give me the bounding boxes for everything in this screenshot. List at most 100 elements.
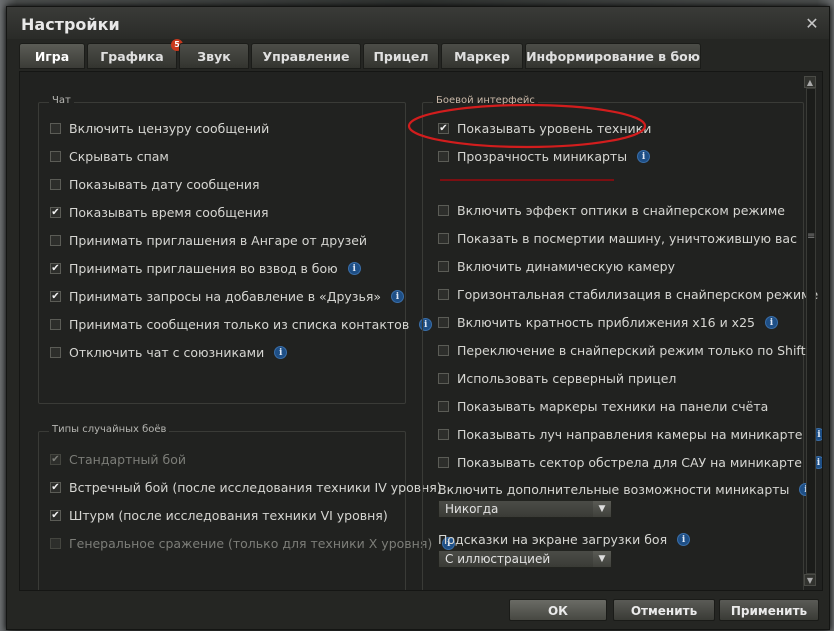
option-label: Использовать серверный прицел: [457, 370, 677, 386]
option-label: Принимать приглашения в Ангаре от друзей: [69, 232, 368, 248]
checkbox-option[interactable]: Включить кратность приближения x16 и x25…: [438, 314, 778, 330]
tab-battle-notifications[interactable]: Информирование в бою: [525, 43, 701, 69]
checkbox-option[interactable]: Принимать приглашения в Ангаре от друзей: [50, 232, 367, 248]
option-label: Включить цензуру сообщений: [69, 120, 270, 136]
checkbox-option[interactable]: Включить эффект оптики в снайперском реж…: [438, 202, 785, 218]
checkbox-option[interactable]: Показывать луч направления камеры на мин…: [438, 426, 822, 442]
info-icon[interactable]: i: [390, 289, 404, 303]
option-label: Показывать сектор обстрела для САУ на ми…: [457, 454, 802, 470]
checkbox-option[interactable]: Показывать дату сообщения: [50, 176, 260, 192]
apply-button[interactable]: Применить: [719, 599, 819, 621]
checkbox-checked: ✔: [50, 453, 61, 465]
title-bar: Настройки ✕: [7, 7, 829, 39]
checkbox[interactable]: [438, 288, 449, 300]
checkbox-option[interactable]: ✔ Принимать запросы на добавление в «Друз…: [50, 288, 404, 304]
info-icon[interactable]: i: [677, 533, 691, 546]
option-label: Показать в посмертии машину, уничтожившу…: [457, 230, 797, 246]
checkbox[interactable]: [438, 260, 449, 272]
checkbox-option[interactable]: Показывать маркеры техники на панели счё…: [438, 398, 768, 414]
checkbox-option[interactable]: Переключение в снайперский режим только …: [438, 342, 806, 358]
info-icon[interactable]: i: [347, 261, 361, 275]
tab-sound[interactable]: Звук: [179, 43, 249, 69]
scroll-down-button[interactable]: ▼: [804, 574, 816, 586]
tab-game[interactable]: Игра: [19, 43, 85, 69]
checkbox[interactable]: [438, 428, 449, 440]
option-label: Включить эффект оптики в снайперском реж…: [457, 202, 785, 218]
checkbox[interactable]: [50, 346, 61, 358]
checkbox-option[interactable]: Горизонтальная стабилизация в снайперско…: [438, 286, 818, 302]
checkbox-option[interactable]: Использовать серверный прицел: [438, 370, 676, 386]
checkbox-option[interactable]: ✔ Штурм (после исследования техники VI ур…: [50, 507, 388, 523]
window-title: Настройки: [21, 15, 120, 34]
chat-group-title: Чат: [49, 95, 74, 106]
minimap-extra-text: Включить дополнительные возможности мини…: [438, 482, 790, 497]
tab-marker[interactable]: Маркер: [441, 43, 523, 69]
dialog-footer: ОК Отменить Применить: [7, 591, 829, 629]
loading-hints-label: Подсказки на экране загрузки боя i: [438, 532, 691, 547]
tab-controls[interactable]: Управление: [251, 43, 361, 69]
checkbox[interactable]: [438, 400, 449, 412]
info-icon[interactable]: i: [274, 345, 288, 359]
option-label: Встречный бой (после исследования техник…: [69, 479, 442, 495]
scrollbar[interactable]: ≡: [806, 88, 816, 574]
checkbox[interactable]: [438, 372, 449, 384]
scroll-up-button[interactable]: ▲: [804, 76, 816, 88]
checkbox-option: ✔ Стандартный бой: [50, 451, 186, 467]
checkbox-checked[interactable]: ✔: [50, 262, 61, 274]
option-label: Показывать луч направления камеры на мин…: [457, 426, 803, 442]
checkbox-option[interactable]: ✔ Показывать время сообщения: [50, 204, 269, 220]
checkbox-option[interactable]: Принимать сообщения только из списка кон…: [50, 316, 433, 332]
checkbox-checked[interactable]: ✔: [50, 290, 61, 302]
option-label: Показывать маркеры техники на панели счё…: [457, 398, 769, 414]
option-label: Стандартный бой: [69, 451, 186, 467]
annotation-underline: [440, 179, 614, 181]
tab-graphics[interactable]: Графика: [87, 43, 177, 69]
option-label: Скрывать спам: [69, 148, 169, 164]
loading-hints-text: Подсказки на экране загрузки боя: [438, 532, 668, 547]
checkbox[interactable]: [50, 150, 61, 162]
option-label: Переключение в снайперский режим только …: [457, 342, 806, 358]
checkbox-option: Генеральное сражение (только для техники…: [50, 535, 456, 551]
tab-graphics-label: Графика: [100, 49, 164, 64]
checkbox-option[interactable]: Отключить чат с союзниками i: [50, 344, 288, 360]
option-label: Включить кратность приближения x16 и x25: [457, 314, 755, 330]
loading-hints-value: С иллюстрацией: [445, 552, 551, 566]
chevron-down-icon: ▼: [593, 501, 611, 517]
checkbox-option[interactable]: Показывать сектор обстрела для САУ на ми…: [438, 454, 822, 470]
minimap-extra-value: Никогда: [445, 502, 499, 516]
checkbox-option[interactable]: ✔ Встречный бой (после исследования техни…: [50, 479, 442, 495]
checkbox[interactable]: [438, 232, 449, 244]
option-label: Включить динамическую камеру: [457, 258, 675, 274]
checkbox[interactable]: [50, 318, 61, 330]
checkbox-checked[interactable]: ✔: [50, 509, 61, 521]
checkbox[interactable]: [438, 204, 449, 216]
checkbox-checked[interactable]: ✔: [50, 481, 61, 493]
checkbox[interactable]: [50, 234, 61, 246]
checkbox[interactable]: [50, 178, 61, 190]
checkbox-option[interactable]: Скрывать спам: [50, 148, 169, 164]
checkbox[interactable]: [50, 122, 61, 134]
option-label: Генеральное сражение (только для техники…: [69, 535, 433, 551]
tab-sight[interactable]: Прицел: [363, 43, 439, 69]
checkbox[interactable]: [438, 316, 449, 328]
scroll-thumb[interactable]: ≡: [807, 229, 815, 245]
cancel-button[interactable]: Отменить: [613, 599, 715, 621]
checkbox-checked[interactable]: ✔: [50, 206, 61, 218]
loading-hints-select[interactable]: С иллюстрацией ▼: [438, 550, 612, 568]
chevron-down-icon: ▼: [593, 551, 611, 567]
minimap-extra-select[interactable]: Никогда ▼: [438, 500, 612, 518]
checkbox-option[interactable]: ✔ Принимать приглашения во взвод в бою i: [50, 260, 361, 276]
option-label: Принимать запросы на добавление в «Друзь…: [69, 288, 381, 304]
info-icon[interactable]: i: [764, 315, 778, 329]
settings-window: Настройки ✕ Игра Графика 5 Звук Управлен…: [6, 6, 830, 630]
annotation-circle: [407, 103, 647, 149]
minimap-extra-label: Включить дополнительные возможности мини…: [438, 482, 813, 497]
checkbox-option[interactable]: Включить динамическую камеру: [438, 258, 675, 274]
close-icon[interactable]: ✕: [805, 16, 819, 32]
option-label: Отключить чат с союзниками: [69, 344, 265, 360]
ok-button[interactable]: ОК: [509, 599, 607, 621]
checkbox[interactable]: [438, 456, 449, 468]
checkbox-option[interactable]: Показать в посмертии машину, уничтожившу…: [438, 230, 797, 246]
checkbox-option[interactable]: Включить цензуру сообщений: [50, 120, 269, 136]
checkbox[interactable]: [438, 344, 449, 356]
